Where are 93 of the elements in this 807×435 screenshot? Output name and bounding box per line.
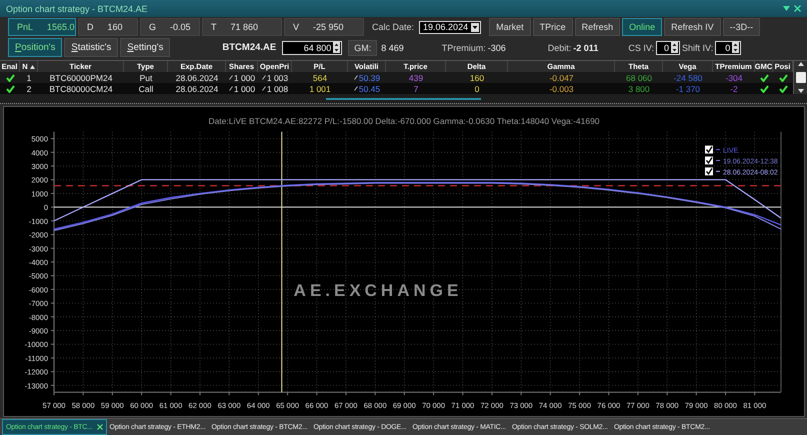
view-tab[interactable]: Statistic's [64, 38, 118, 57]
stat-label: G [149, 22, 156, 32]
tpremium-value: -306 [488, 42, 506, 52]
toolbar-button[interactable]: --3D-- [722, 18, 760, 36]
toolbar-button[interactable]: Refresh IV [664, 18, 721, 36]
stat-value: 1565.0 [47, 22, 75, 32]
gm-button[interactable]: GM: [348, 40, 378, 56]
table-cell: 0 [474, 84, 480, 94]
price-spinner[interactable]: 64 800 [282, 40, 342, 54]
check-icon[interactable] [6, 74, 14, 82]
spinner-arrows-icon[interactable] [333, 42, 340, 53]
table-cell: 3 800 [628, 84, 650, 94]
toolbar-button[interactable]: TPrice [532, 18, 573, 36]
table-cell: 68 060 [626, 72, 652, 82]
table-row[interactable]: 1 BTC60000PM24 Put 28.06.2024 1 000 1 003 564 50.39 439 160 -0.047 68 060 -24 580 -304 [0, 72, 793, 83]
cs-iv-spinner[interactable]: 0 [656, 40, 680, 54]
close-icon[interactable] [96, 424, 103, 430]
debit-value: -2 011 [573, 42, 598, 52]
table-cell: -0.047 [549, 72, 574, 82]
cs-iv-label: CS IV: [628, 42, 654, 52]
close-icon[interactable] [794, 5, 801, 12]
check-icon[interactable] [760, 84, 768, 92]
spinner-arrows-icon[interactable] [732, 42, 740, 53]
table-cell: 564 [312, 72, 328, 82]
sort-up-icon [30, 64, 35, 68]
edit-icon[interactable] [354, 86, 358, 91]
table-cell: 50.45 [358, 84, 380, 94]
table-cell: -304 [725, 72, 742, 82]
table-cell: 1 008 [266, 84, 288, 94]
table-cell: 1 [26, 72, 32, 82]
stat-value: 71 860 [230, 22, 258, 32]
table-cell: 160 [470, 72, 484, 82]
table-cell: 1 000 [234, 72, 256, 82]
stat-value: 160 [108, 22, 123, 32]
window-title: Option chart strategy - BTCM24.AE [6, 4, 148, 14]
shift-iv-label: Shift IV: [682, 42, 714, 52]
edit-icon[interactable] [228, 86, 233, 91]
toolbar-button[interactable]: Refresh [574, 18, 620, 36]
toolbar-button[interactable]: Online [622, 18, 662, 36]
stat-label: T [211, 22, 216, 32]
scroll-thumb[interactable] [326, 98, 481, 100]
table-cell: BTC80000CM24 [49, 84, 113, 94]
table-cell: -24 580 [674, 72, 702, 82]
table-row[interactable]: 2 BTC80000CM24 Call 28.06.2024 1 000 1 008 1 001 50.45 7 0 -0.003 3 800 -1 370 -2 [0, 83, 793, 94]
caret-icon[interactable] [471, 22, 480, 32]
table-cell: 28.06.2024 [176, 72, 218, 82]
legend-checkbox[interactable] [705, 167, 713, 176]
edit-icon[interactable] [354, 75, 358, 80]
check-icon[interactable] [778, 74, 788, 82]
chart-title: Date:LiVE BTCM24.AE:82272 P/L:-1580.00 Delta:-670.000 Gamma:-0.0630 Theta:148040 Vega:-41690 [208, 116, 600, 126]
table-cell: BTC60000PM24 [50, 72, 112, 82]
spinner-arrows-icon[interactable] [671, 42, 678, 53]
table-cell: -0.003 [549, 84, 574, 94]
table-cell: 1 000 [234, 84, 256, 94]
table-cell: 1 001 [309, 84, 331, 94]
table-cell: Put [140, 72, 152, 82]
stat-label: V [293, 22, 300, 32]
table-cell: 7 [414, 84, 418, 94]
calc-date-label: Calc Date: [372, 22, 414, 32]
edit-icon[interactable] [228, 75, 233, 80]
view-tab[interactable]: Setting's [120, 38, 170, 57]
gm-value: 8 469 [381, 42, 404, 52]
toolbar-button[interactable]: Market [489, 18, 531, 36]
table-cell: 28.06.2024 [176, 84, 218, 94]
view-tab[interactable]: Position's [8, 38, 62, 57]
tpremium-label: TPremium: [442, 42, 486, 52]
table-cell: Call [138, 84, 154, 94]
stat-label: D [87, 22, 94, 32]
date-select[interactable]: 19.06.2024 [419, 20, 482, 34]
table-cell: -2 [730, 84, 738, 94]
stat-value: -0.05 [170, 22, 191, 32]
legend-checkbox[interactable] [705, 156, 713, 164]
legend-checkbox[interactable] [705, 146, 713, 154]
check-icon[interactable] [6, 84, 14, 92]
vertical-scrollbar[interactable] [793, 61, 807, 94]
table-cell: -1 370 [676, 84, 700, 94]
stat-value: -25 950 [313, 22, 344, 32]
check-icon[interactable] [778, 84, 788, 92]
instrument-symbol: BTCM24.AE [222, 42, 276, 53]
check-icon[interactable] [760, 74, 768, 82]
scroll-up-icon[interactable] [796, 61, 804, 67]
shift-iv-spinner[interactable]: 0 [715, 40, 742, 54]
scroll-thumb[interactable] [796, 72, 806, 83]
watermark-text: AE.EXCHANGE [294, 281, 462, 300]
table-cell: 439 [408, 72, 424, 82]
table-cell: 50.39 [358, 72, 380, 82]
stat-label: PnL [17, 22, 34, 32]
edit-icon[interactable] [262, 75, 266, 80]
table-cell: 2 [26, 84, 32, 94]
debit-label: Debit: [548, 42, 572, 52]
table-cell: 1 003 [266, 72, 288, 82]
dropdown-icon[interactable] [783, 6, 790, 11]
edit-icon[interactable] [262, 86, 266, 91]
